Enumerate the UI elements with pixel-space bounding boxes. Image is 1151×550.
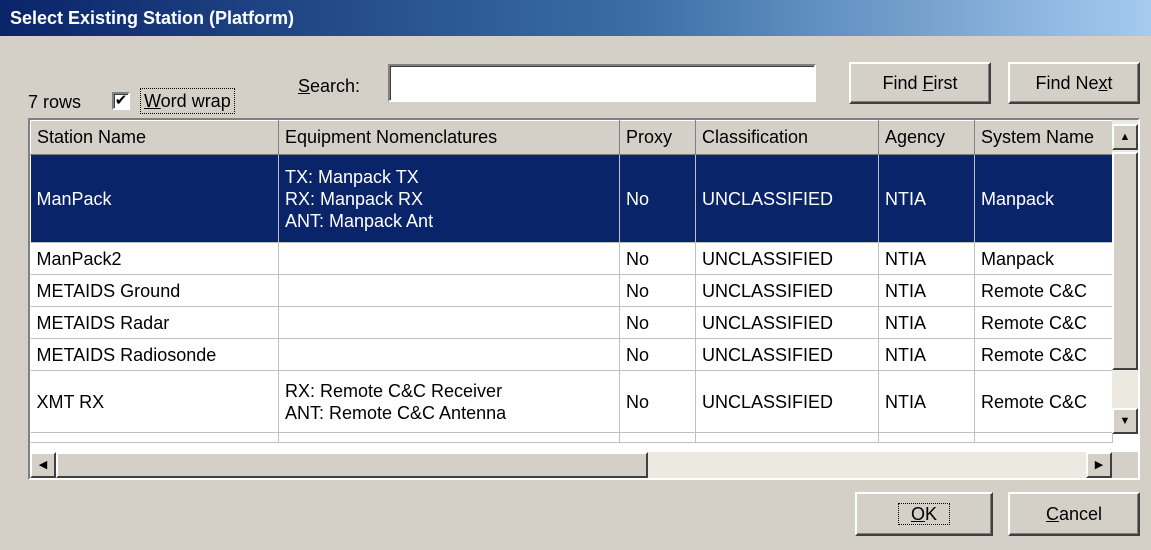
word-wrap-label-rest: ord wrap [160,91,231,111]
proxy-cell: No [619,154,696,243]
equipment-cell: TX: Manpack TX RX: Manpack RX ANT: Manpa… [278,154,620,243]
partial-cell [619,432,696,443]
classification-cell: UNCLASSIFIED [695,338,879,371]
system-name-cell: Remote C&C [974,274,1113,307]
table-row[interactable]: METAIDS Radar No UNCLASSIFIED NTIA Remot… [30,306,1113,339]
partial-cell [30,432,279,443]
word-wrap-mnemonic: W [144,91,161,111]
proxy-cell: No [619,274,696,307]
system-name-cell: Manpack [974,154,1113,243]
partial-cell [974,432,1113,443]
stations-table: Station Name Equipment Nomenclatures Pro… [30,120,1113,443]
station-name-cell: ManPack2 [30,242,279,275]
proxy-cell: No [619,370,696,433]
classification-cell: UNCLASSIFIED [695,306,879,339]
partial-cell [695,432,879,443]
column-header-equipment[interactable]: Equipment Nomenclatures [278,120,620,155]
vertical-scrollbar[interactable]: ▲ ▼ [1112,120,1138,434]
equipment-cell [278,338,620,371]
scroll-left-icon[interactable]: ◀ [30,452,56,478]
find-first-button[interactable]: Find First [849,62,991,104]
agency-cell: NTIA [878,154,975,243]
stations-grid[interactable]: Station Name Equipment Nomenclatures Pro… [28,118,1140,480]
dialog-title: Select Existing Station (Platform) [0,0,1151,36]
scroll-down-icon[interactable]: ▼ [1112,408,1138,434]
system-name-cell: Manpack [974,242,1113,275]
agency-cell: NTIA [878,242,975,275]
proxy-cell: No [619,306,696,339]
scrollbar-corner [1112,452,1138,478]
partial-cell [278,432,620,443]
equipment-cell [278,306,620,339]
station-name-cell: XMT RX [30,370,279,433]
classification-cell: UNCLASSIFIED [695,242,879,275]
classification-cell: UNCLASSIFIED [695,274,879,307]
scroll-right-icon[interactable]: ▶ [1086,452,1112,478]
row-count-label: 7 rows [28,92,82,112]
table-row[interactable]: XMT RX RX: Remote C&C Receiver ANT: Remo… [30,370,1113,433]
classification-cell: UNCLASSIFIED [695,154,879,243]
word-wrap-label[interactable]: Word wrap [140,88,235,114]
column-header-classification[interactable]: Classification [695,120,879,155]
equipment-line: RX: Manpack RX [285,188,424,209]
column-header-proxy[interactable]: Proxy [619,120,696,155]
ok-button[interactable]: OK [855,492,993,536]
table-row[interactable]: METAIDS Ground No UNCLASSIFIED NTIA Remo… [30,274,1113,307]
station-name-cell: METAIDS Radiosonde [30,338,279,371]
table-header-row: Station Name Equipment Nomenclatures Pro… [30,120,1113,155]
table-row[interactable]: ManPack2 No UNCLASSIFIED NTIA Manpack [30,242,1113,275]
find-next-button[interactable]: Find Next [1008,62,1140,104]
column-header-agency[interactable]: Agency [878,120,975,155]
equipment-line: TX: Manpack TX [285,166,419,187]
table-row[interactable] [30,432,1113,443]
equipment-line: RX: Remote C&C Receiver [285,380,503,401]
word-wrap-checkbox[interactable]: ✔ [112,92,130,110]
station-name-cell: ManPack [30,154,279,243]
column-header-system-name[interactable]: System Name [974,120,1113,155]
equipment-cell [278,274,620,307]
horizontal-scroll-thumb[interactable] [56,452,648,478]
search-mnemonic: S [298,76,311,96]
table-row[interactable]: METAIDS Radiosonde No UNCLASSIFIED NTIA … [30,338,1113,371]
table-row[interactable]: ManPack TX: Manpack TX RX: Manpack RX AN… [30,154,1113,243]
equipment-cell [278,242,620,275]
cancel-button[interactable]: Cancel [1008,492,1140,536]
agency-cell: NTIA [878,338,975,371]
partial-cell [878,432,975,443]
system-name-cell: Remote C&C [974,370,1113,433]
station-name-cell: METAIDS Ground [30,274,279,307]
vertical-scroll-thumb[interactable] [1112,152,1138,370]
horizontal-scrollbar[interactable]: ◀ ▶ [30,452,1112,478]
station-name-cell: METAIDS Radar [30,306,279,339]
agency-cell: NTIA [878,274,975,307]
agency-cell: NTIA [878,306,975,339]
proxy-cell: No [619,242,696,275]
agency-cell: NTIA [878,370,975,433]
column-header-station-name[interactable]: Station Name [30,120,279,155]
equipment-cell: RX: Remote C&C Receiver ANT: Remote C&C … [278,370,620,433]
equipment-line: ANT: Remote C&C Antenna [285,402,507,423]
proxy-cell: No [619,338,696,371]
system-name-cell: Remote C&C [974,338,1113,371]
equipment-line: ANT: Manpack Ant [285,210,434,231]
search-label: Search: [298,76,360,97]
search-label-rest: earch: [310,76,361,96]
classification-cell: UNCLASSIFIED [695,370,879,433]
scroll-up-icon[interactable]: ▲ [1112,124,1138,150]
system-name-cell: Remote C&C [974,306,1113,339]
search-input[interactable] [388,64,816,102]
